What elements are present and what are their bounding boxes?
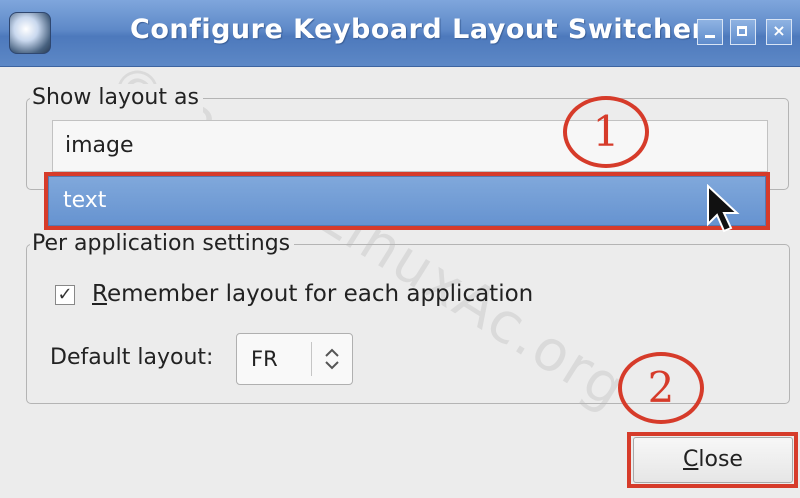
maximize-button[interactable] — [730, 19, 756, 45]
up-down-arrows-icon — [325, 348, 339, 370]
maximize-icon — [737, 26, 747, 36]
window-close-button[interactable]: × — [766, 19, 792, 45]
remember-layout-checkbox[interactable]: ✓ — [55, 285, 75, 305]
per-application-legend: Per application settings — [30, 230, 295, 258]
close-icon: × — [772, 21, 786, 40]
minimize-icon — [705, 35, 715, 38]
window-title: Configure Keyboard Layout Switcher — [130, 14, 706, 45]
remember-layout-label-rest: emember layout for each application — [106, 281, 534, 307]
annotation-number-2: 2 — [618, 352, 704, 424]
minimize-button[interactable] — [697, 19, 723, 45]
mouse-pointer-icon — [707, 184, 740, 233]
annotation-highlight-2 — [627, 432, 798, 488]
annotation-number-1: 1 — [563, 96, 649, 168]
default-layout-value: FR — [251, 347, 278, 371]
select-divider — [311, 342, 312, 376]
default-layout-select[interactable]: FR — [236, 333, 353, 385]
option-image[interactable]: image — [52, 120, 768, 172]
default-layout-label: Default layout: — [50, 345, 214, 370]
annotation-highlight-1 — [44, 172, 770, 230]
show-layout-legend: Show layout as — [30, 84, 203, 112]
app-globe-icon[interactable] — [9, 12, 51, 54]
remember-layout-label[interactable]: Remember layout for each application — [92, 279, 533, 309]
title-bar[interactable]: Configure Keyboard Layout Switcher × — [0, 0, 800, 67]
mnemonic-r: R — [92, 281, 107, 307]
